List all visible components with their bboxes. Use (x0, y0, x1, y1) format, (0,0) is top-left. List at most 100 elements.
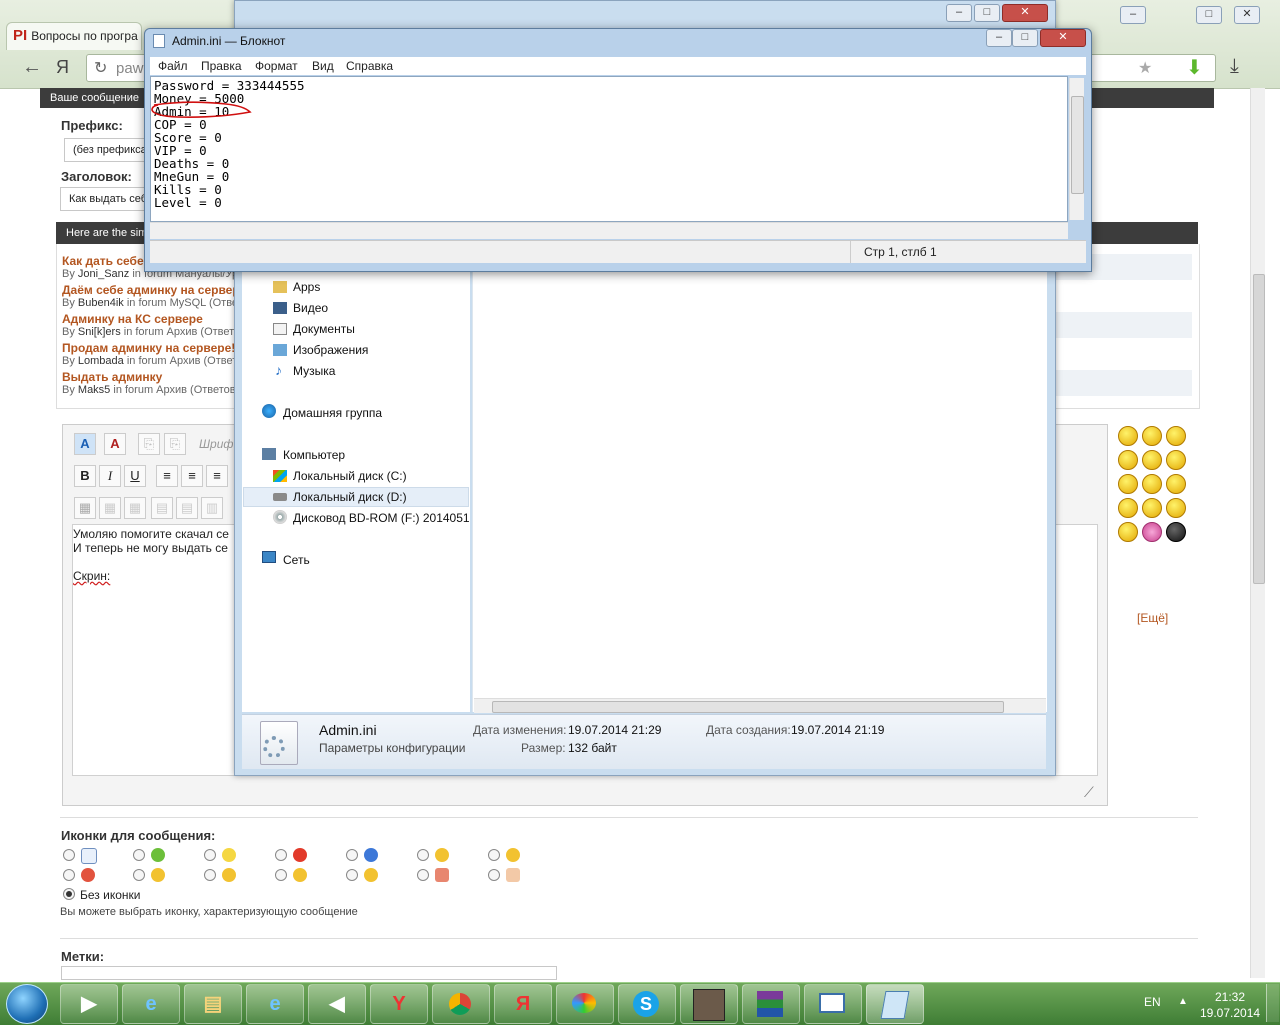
icon-radio[interactable] (346, 849, 358, 861)
notepad-maximize-button[interactable]: □ (1012, 29, 1038, 47)
icon-radio[interactable] (417, 869, 429, 881)
taskbar-explorer-icon[interactable]: ▤ (184, 984, 242, 1024)
smiley-icon[interactable] (1118, 522, 1138, 542)
icon-radio[interactable] (346, 869, 358, 881)
taskbar-ie-icon[interactable]: e (246, 984, 304, 1024)
nav-disk-d[interactable]: Локальный диск (D:) (293, 490, 407, 504)
similar-user[interactable]: Buben4ik (78, 297, 124, 309)
italic-button[interactable]: I (99, 465, 121, 487)
nav-disk-c[interactable]: Локальный диск (C:) (293, 469, 407, 483)
paste-icon[interactable]: ⎘ (138, 433, 160, 455)
notepad-close-button[interactable]: ✕ (1040, 29, 1086, 47)
smiley-icon[interactable] (1142, 426, 1162, 446)
tags-input[interactable] (61, 966, 557, 980)
icon-radio[interactable] (275, 869, 287, 881)
clock-date[interactable]: 19.07.2014 (1200, 1006, 1260, 1020)
table-prop-icon[interactable]: ▦ (99, 497, 121, 519)
icon-radio[interactable] (63, 849, 75, 861)
smiley-icon[interactable] (1166, 450, 1186, 470)
similar-user[interactable]: Sni[k]ers (78, 326, 121, 338)
icon-radio[interactable] (488, 849, 500, 861)
taskbar-paint-icon[interactable] (556, 984, 614, 1024)
prefix-select[interactable]: (без префикса (64, 138, 154, 162)
no-icon-radio[interactable] (63, 888, 75, 900)
similar-thread-link[interactable]: Как дать себе (62, 254, 144, 268)
downloads-icon[interactable]: ⤓ (1230, 55, 1239, 78)
taskbar-notepad-icon[interactable] (866, 984, 924, 1024)
smiley-icon[interactable] (1142, 522, 1162, 542)
smiley-icon[interactable] (1118, 426, 1138, 446)
taskbar-skype-icon[interactable]: S (618, 984, 676, 1024)
notepad-text-area[interactable]: Password = 333444555 Money = 5000 Admin … (150, 76, 1068, 222)
taskbar-volume-icon[interactable]: ◀ (308, 984, 366, 1024)
nav-music[interactable]: Музыка (293, 364, 335, 378)
notepad-vscrollbar[interactable] (1069, 78, 1084, 220)
smiley-icon[interactable] (1118, 474, 1138, 494)
smiley-icon[interactable] (1166, 474, 1186, 494)
resize-grip-icon[interactable]: ⟋ (1084, 784, 1094, 801)
minimize-button[interactable]: – (1120, 6, 1146, 24)
nav-computer[interactable]: Компьютер (283, 448, 345, 462)
font-select[interactable]: Шриф (199, 437, 233, 451)
taskbar-chrome-icon[interactable] (432, 984, 490, 1024)
taskbar-yandex-browser-icon[interactable]: Y (370, 984, 428, 1024)
menu-edit[interactable]: Правка (201, 59, 242, 73)
icon-radio[interactable] (63, 869, 75, 881)
menu-file[interactable]: Файл (158, 59, 188, 73)
taskbar-yandex-icon[interactable]: Я (494, 984, 552, 1024)
taskbar-window-icon[interactable] (804, 984, 862, 1024)
language-indicator[interactable]: EN (1144, 995, 1161, 1009)
nav-apps[interactable]: Apps (293, 280, 320, 294)
smiley-icon[interactable] (1118, 498, 1138, 518)
paste-text-icon[interactable]: ⎘ (164, 433, 186, 455)
icon-radio[interactable] (133, 849, 145, 861)
content-hscrollbar[interactable] (474, 698, 1046, 713)
icon-radio[interactable] (204, 869, 216, 881)
notepad-hscrollbar[interactable] (150, 222, 1068, 239)
similar-user[interactable]: Maks5 (78, 384, 110, 396)
taskbar-winrar-icon[interactable] (742, 984, 800, 1024)
taskbar-ie-icon[interactable]: e (122, 984, 180, 1024)
similar-thread-link[interactable]: Продам админку на сервере! (62, 341, 235, 355)
smiley-icon[interactable] (1166, 498, 1186, 518)
table-icon[interactable]: ▦ (74, 497, 96, 519)
align-center-icon[interactable]: ≡ (181, 465, 203, 487)
nav-homegroup[interactable]: Домашняя группа (283, 406, 382, 420)
bold-button[interactable]: B (74, 465, 96, 487)
icon-radio[interactable] (417, 849, 429, 861)
close-button[interactable]: ✕ (1234, 6, 1260, 24)
smiley-icon[interactable] (1142, 498, 1162, 518)
nav-documents[interactable]: Документы (293, 322, 355, 336)
title-input[interactable]: Как выдать себ (60, 187, 154, 211)
nav-bd-rom[interactable]: Дисковод BD-ROM (F:) 20140517_ (293, 511, 469, 525)
align-left-icon[interactable]: ≡ (156, 465, 178, 487)
similar-thread-link[interactable]: Выдать админку (62, 370, 162, 384)
col-add-icon[interactable]: ▥ (201, 497, 223, 519)
similar-user[interactable]: Joni_Sanz (78, 268, 129, 280)
reload-icon[interactable]: ↻ (94, 58, 107, 78)
menu-help[interactable]: Справка (346, 59, 393, 73)
more-smilies-link[interactable]: [Ещё] (1137, 611, 1168, 625)
notepad-minimize-button[interactable]: – (986, 29, 1012, 47)
row-add-icon[interactable]: ▤ (151, 497, 173, 519)
page-scrollbar-thumb[interactable] (1253, 274, 1265, 584)
clear-format-icon[interactable]: A (104, 433, 126, 455)
icon-radio[interactable] (275, 849, 287, 861)
explorer-maximize-button[interactable]: □ (974, 4, 1000, 22)
explorer-close-button[interactable]: ✕ (1002, 4, 1048, 22)
start-button[interactable] (6, 984, 48, 1024)
nav-network[interactable]: Сеть (283, 553, 310, 567)
hscroll-thumb[interactable] (492, 701, 1004, 713)
taskbar-avatar-icon[interactable] (680, 984, 738, 1024)
smiley-icon[interactable] (1142, 474, 1162, 494)
similar-thread-link[interactable]: Даём себе админку на сервере (62, 283, 246, 297)
table-del-icon[interactable]: ▦ (124, 497, 146, 519)
align-right-icon[interactable]: ≡ (206, 465, 228, 487)
menu-format[interactable]: Формат (255, 59, 298, 73)
icon-radio[interactable] (488, 869, 500, 881)
icon-radio[interactable] (204, 849, 216, 861)
back-arrow-icon[interactable]: ← (22, 56, 42, 79)
tray-expand-icon[interactable]: ▲ (1178, 996, 1188, 1007)
nav-images[interactable]: Изображения (293, 343, 368, 357)
browser-tab[interactable]: PI Вопросы по програ (6, 22, 142, 50)
